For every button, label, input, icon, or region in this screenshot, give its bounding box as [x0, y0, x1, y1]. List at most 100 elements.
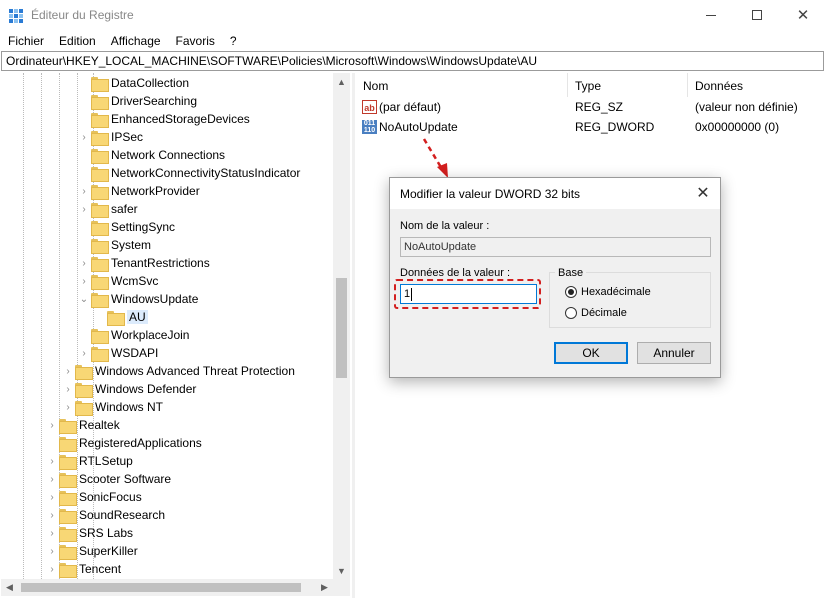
tree-item[interactable]: › Windows Advanced Threat Protection: [61, 362, 295, 380]
base-groupbox: [549, 272, 711, 328]
tree-item[interactable]: › Realtek: [45, 416, 120, 434]
value-type: REG_DWORD: [575, 120, 655, 134]
tree-item-label: WorkplaceJoin: [111, 328, 190, 342]
radio-hexadecimal[interactable]: Hexadécimale: [565, 286, 651, 298]
folder-icon: [75, 382, 93, 398]
tree-scroll-thumb[interactable]: [336, 278, 347, 378]
tree-item[interactable]: ⌄ WindowsUpdate: [77, 290, 198, 308]
tree-item[interactable]: RegisteredApplications: [45, 434, 202, 452]
tree-item-label: safer: [111, 202, 138, 216]
tree-item[interactable]: SettingSync: [77, 218, 175, 236]
folder-icon: [59, 508, 77, 524]
chevron-right-icon[interactable]: ›: [77, 272, 91, 290]
folder-icon: [59, 418, 77, 434]
chevron-right-icon[interactable]: ›: [77, 128, 91, 146]
maximize-button[interactable]: [734, 0, 780, 30]
tree-item-label: Network Connections: [111, 148, 226, 162]
value-data-input[interactable]: 1: [400, 284, 537, 304]
scroll-right-icon[interactable]: ▶: [316, 579, 333, 596]
pane-splitter[interactable]: [352, 73, 355, 598]
tree-item[interactable]: › TenantRestrictions: [77, 254, 210, 272]
chevron-right-icon[interactable]: ›: [45, 560, 59, 578]
tree-item[interactable]: › SoundResearch: [45, 506, 165, 524]
chevron-right-icon[interactable]: ›: [61, 362, 75, 380]
chevron-right-icon[interactable]: ›: [77, 182, 91, 200]
menu-help[interactable]: ?: [230, 32, 237, 50]
edit-dword-dialog: Modifier la valeur DWORD 32 bits ✕ Nom d…: [389, 177, 721, 378]
tree-item[interactable]: › Windows NT: [61, 398, 163, 416]
tree-item[interactable]: › WSDAPI: [77, 344, 158, 362]
chevron-right-icon[interactable]: ›: [45, 542, 59, 560]
minimize-button[interactable]: [688, 0, 734, 30]
tree-item[interactable]: DriverSearching: [77, 92, 197, 110]
chevron-right-icon[interactable]: ›: [61, 398, 75, 416]
menu-fichier[interactable]: Fichier: [8, 32, 44, 50]
tree-item[interactable]: System: [77, 236, 151, 254]
tree-item[interactable]: › safer: [77, 200, 138, 218]
tree-item[interactable]: › SonicFocus: [45, 488, 142, 506]
cancel-button[interactable]: Annuler: [637, 342, 711, 364]
tree-item[interactable]: EnhancedStorageDevices: [77, 110, 250, 128]
chevron-right-icon[interactable]: ›: [45, 506, 59, 524]
close-icon: ✕: [796, 7, 810, 24]
tree-item[interactable]: › SuperKiller: [45, 542, 138, 560]
folder-icon: [59, 526, 77, 542]
folder-icon: [91, 202, 109, 218]
tree-hscroll-thumb[interactable]: [21, 583, 301, 592]
chevron-right-icon[interactable]: ›: [45, 470, 59, 488]
chevron-right-icon[interactable]: ›: [45, 488, 59, 506]
tree-item-label: NetworkProvider: [111, 184, 200, 198]
column-header-data[interactable]: Données: [688, 73, 826, 97]
tree-item[interactable]: › Tencent: [45, 560, 121, 578]
tree-item[interactable]: › Windows Defender: [61, 380, 196, 398]
folder-icon: [91, 346, 109, 362]
tree-item-label: WindowsUpdate: [111, 292, 199, 306]
chevron-right-icon[interactable]: ›: [77, 200, 91, 218]
value-data: 0x00000000 (0): [695, 120, 780, 134]
column-header-type[interactable]: Type: [568, 73, 688, 97]
folder-icon: [91, 256, 109, 272]
chevron-down-icon[interactable]: ⌄: [77, 290, 91, 308]
scroll-up-icon[interactable]: ▲: [333, 73, 350, 90]
tree-item[interactable]: › SRS Labs: [45, 524, 133, 542]
radio-decimal[interactable]: Décimale: [565, 307, 627, 319]
scroll-left-icon[interactable]: ◀: [1, 579, 18, 596]
tree-item-label: SoundResearch: [79, 508, 166, 522]
tree-item[interactable]: › IPSec: [77, 128, 143, 146]
string-value-icon: ab: [362, 100, 377, 114]
registry-app-icon: [9, 9, 24, 24]
tree-item[interactable]: WorkplaceJoin: [77, 326, 189, 344]
tree-horizontal-scrollbar[interactable]: ◀ ▶: [1, 579, 350, 596]
dialog-close-icon[interactable]: ✕: [693, 184, 713, 204]
value-name-field: NoAutoUpdate: [400, 237, 711, 257]
menu-edition[interactable]: Edition: [59, 32, 96, 50]
tree-item-label: EnhancedStorageDevices: [111, 112, 250, 126]
tree-item[interactable]: › WcmSvc: [77, 272, 158, 290]
tree-item[interactable]: Network Connections: [77, 146, 225, 164]
menu-favoris[interactable]: Favoris: [176, 32, 215, 50]
folder-icon: [59, 562, 77, 578]
scroll-down-icon[interactable]: ▼: [333, 562, 350, 579]
menu-affichage[interactable]: Affichage: [111, 32, 161, 50]
tree-item[interactable]: › NetworkProvider: [77, 182, 200, 200]
close-button[interactable]: ✕: [780, 0, 826, 30]
chevron-right-icon[interactable]: ›: [45, 416, 59, 434]
tree-item[interactable]: › Scooter Software: [45, 470, 171, 488]
tree-vertical-scrollbar[interactable]: ▲ ▼: [333, 73, 350, 579]
address-bar[interactable]: Ordinateur\HKEY_LOCAL_MACHINE\SOFTWARE\P…: [1, 51, 824, 71]
chevron-right-icon[interactable]: ›: [45, 524, 59, 542]
chevron-right-icon[interactable]: ›: [45, 452, 59, 470]
tree-item[interactable]: NetworkConnectivityStatusIndicator: [77, 164, 300, 182]
base-group-label: Base: [555, 267, 587, 279]
ok-button[interactable]: OK: [554, 342, 628, 364]
chevron-right-icon[interactable]: ›: [77, 344, 91, 362]
list-row[interactable]: ab (par défaut) REG_SZ (valeur non défin…: [356, 97, 826, 117]
column-header-name[interactable]: Nom: [356, 73, 568, 97]
tree-item-label: RTLSetup: [79, 454, 133, 468]
chevron-right-icon[interactable]: ›: [61, 380, 75, 398]
tree-item-label: DataCollection: [111, 76, 190, 90]
tree-item[interactable]: › RTLSetup: [45, 452, 133, 470]
tree-item[interactable]: DataCollection: [77, 74, 189, 92]
tree-item[interactable]: AU: [93, 308, 148, 326]
chevron-right-icon[interactable]: ›: [77, 254, 91, 272]
